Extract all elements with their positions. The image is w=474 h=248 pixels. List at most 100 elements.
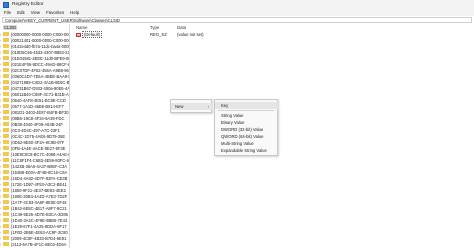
- folder-icon: [3, 44, 9, 48]
- menu-item-key-label: Key: [221, 103, 229, 108]
- tree-item-label: {0677-1A1D-46B5-B514-EF7: [11, 103, 64, 109]
- expand-chevron-icon[interactable]: ›: [0, 116, 2, 121]
- menu-item-qword-value[interactable]: QWORD (64-bit) Value: [215, 133, 264, 140]
- folder-icon: [3, 50, 9, 54]
- registry-app-icon: [3, 1, 9, 8]
- menu-item-dword-value[interactable]: DWORD (32-bit) Value: [215, 126, 263, 133]
- tree-item-label: {2113-5A7B-4F1C-8E02-4D6A: [11, 241, 67, 247]
- expand-chevron-icon[interactable]: ›: [0, 212, 2, 217]
- tree-item-label: {021E4F06-9DCC-49AD-88CF-ECC: [11, 61, 69, 67]
- value-name: (Default): [82, 31, 103, 38]
- menu-item-key[interactable]: Key: [215, 102, 278, 109]
- menu-item-label: QWORD (64-bit) Value: [221, 134, 264, 139]
- expand-chevron-icon[interactable]: ›: [0, 158, 2, 163]
- menu-item-expandable-string-value[interactable]: Expandable String Value: [215, 147, 267, 154]
- tree-item-label: {0C4C-1D75-4AE6-9D79-35E: [11, 133, 66, 139]
- tree-item-label: {00000000-0000-0000-C000-0000: [11, 31, 70, 37]
- expand-chevron-icon[interactable]: ›: [0, 146, 2, 151]
- expand-chevron-icon[interactable]: ›: [0, 188, 2, 193]
- folder-icon: [3, 200, 9, 204]
- menu-item-new[interactable]: New ›: [171, 103, 212, 110]
- column-data[interactable]: Data: [177, 25, 186, 30]
- expand-chevron-icon[interactable]: ›: [0, 74, 2, 79]
- menu-file[interactable]: File: [4, 10, 11, 15]
- column-type[interactable]: Type: [150, 25, 159, 30]
- folder-icon: [3, 182, 9, 186]
- expand-chevron-icon[interactable]: ›: [0, 236, 2, 241]
- expand-chevron-icon[interactable]: ›: [0, 242, 2, 247]
- folder-icon: [3, 146, 9, 150]
- expand-chevron-icon[interactable]: ›: [0, 170, 2, 175]
- expand-chevron-icon[interactable]: ›: [0, 224, 2, 229]
- expand-chevron-icon[interactable]: ›: [0, 32, 2, 37]
- tree-pane[interactable]: CLSID › {00000000-0000-0000-C000-0000 › {00…: [0, 24, 70, 248]
- expand-chevron-icon[interactable]: ›: [0, 56, 2, 61]
- tree-item-label: {06011B40-C68F-4C71-B31B-ACE: [11, 91, 70, 97]
- folder-icon: [3, 152, 9, 156]
- new-submenu: Key String Value Binary Value DWORD (32-…: [214, 99, 278, 156]
- expand-chevron-icon[interactable]: ›: [0, 134, 2, 139]
- expand-chevron-icon[interactable]: ›: [0, 140, 2, 145]
- expand-chevron-icon[interactable]: ›: [0, 50, 2, 55]
- folder-icon: [3, 80, 9, 84]
- tree-item-label: {018D5C66-4533-4307-9B53-224D: [11, 49, 70, 55]
- expand-chevron-icon[interactable]: ›: [0, 128, 2, 133]
- folder-icon: [3, 38, 9, 42]
- menu-favorites[interactable]: Favorites: [46, 10, 64, 15]
- menu-item-binary-value[interactable]: Binary Value: [215, 119, 244, 126]
- tree-item-label: {11C8F1F4-C6B3-4E59-80FC-6F7: [11, 157, 70, 163]
- expand-chevron-icon[interactable]: ›: [0, 194, 2, 199]
- expand-chevron-icon[interactable]: ›: [0, 68, 2, 73]
- menu-bar: File Edit View Favorites Help: [0, 9, 474, 16]
- folder-icon: [3, 224, 9, 228]
- folder-icon: [3, 86, 9, 90]
- address-bar[interactable]: Computer\HKEY_CURRENT_USER\Software\Clas…: [2, 17, 472, 23]
- menu-item-string-value[interactable]: String Value: [215, 112, 244, 119]
- expand-chevron-icon[interactable]: ›: [0, 218, 2, 223]
- expand-chevron-icon[interactable]: ›: [0, 62, 2, 67]
- tree-item-label: {10E9C0C8-BC7C-4088-A4AE-BCE: [11, 151, 69, 157]
- column-name[interactable]: Name: [76, 25, 87, 30]
- expand-chevron-icon[interactable]: ›: [0, 230, 2, 235]
- folder-icon: [3, 188, 9, 192]
- expand-chevron-icon[interactable]: ›: [0, 44, 2, 49]
- menu-help[interactable]: Help: [70, 10, 79, 15]
- tree-item-label: {1E29-67F1-4A25-9DDA-8F17: [11, 223, 67, 229]
- tree-item-label: {0FB-4A4E-4ACE-9E27-5F3E: [11, 145, 66, 151]
- expand-chevron-icon[interactable]: ›: [0, 86, 2, 91]
- expand-chevron-icon[interactable]: ›: [0, 152, 2, 157]
- folder-icon: [3, 98, 9, 102]
- expand-chevron-icon[interactable]: ›: [0, 98, 2, 103]
- expand-chevron-icon[interactable]: ›: [0, 164, 2, 169]
- folder-icon: [3, 218, 9, 222]
- tree-root-label: CLSID: [3, 24, 18, 30]
- tree-item-label: {1C49-5E26-4D7E-B3CA-2D85: [11, 211, 68, 217]
- expand-chevron-icon[interactable]: ›: [0, 80, 2, 85]
- menu-item-label: Multi-String Value: [221, 141, 254, 146]
- tree-item-label: {1D40-3A2C-4F9E-8BB5-7E43: [11, 217, 68, 223]
- expand-chevron-icon[interactable]: ›: [0, 38, 2, 43]
- expand-chevron-icon[interactable]: ›: [0, 122, 2, 127]
- expand-chevron-icon[interactable]: ›: [0, 182, 2, 187]
- tree-item-label: {0B38-4040-4F09-A64B-24F: [11, 121, 63, 127]
- tree-item-label: {00021401-0000-0000-C000-0000: [11, 37, 70, 43]
- title-bar: Registry Editor: [0, 0, 474, 9]
- expand-chevron-icon[interactable]: ›: [0, 206, 2, 211]
- folder-icon: [3, 236, 9, 240]
- menu-view[interactable]: View: [31, 10, 40, 15]
- menu-item-multi-string-value[interactable]: Multi-String Value: [215, 140, 254, 147]
- expand-chevron-icon[interactable]: ›: [0, 176, 2, 181]
- tree-item-label: {2009-4C8F-4B33-B7D4-6E91: [11, 235, 67, 241]
- folder-icon: [3, 68, 9, 72]
- tree-item-label: {190E-30B4-4A4D-A7E3-7D2F: [11, 193, 68, 199]
- folder-icon: [3, 92, 9, 96]
- expand-chevron-icon[interactable]: ›: [0, 110, 2, 115]
- expand-chevron-icon[interactable]: ›: [0, 200, 2, 205]
- expand-chevron-icon[interactable]: ›: [0, 104, 2, 109]
- tree-item[interactable]: › {2113-5A7B-4F1C-8E02-4D6A: [0, 241, 69, 247]
- folder-icon: [3, 194, 9, 198]
- menu-edit[interactable]: Edit: [17, 10, 25, 15]
- value-row-default[interactable]: ab (Default): [76, 31, 103, 38]
- tree-item-clsid[interactable]: CLSID: [3, 24, 18, 30]
- expand-chevron-icon[interactable]: ›: [0, 92, 2, 97]
